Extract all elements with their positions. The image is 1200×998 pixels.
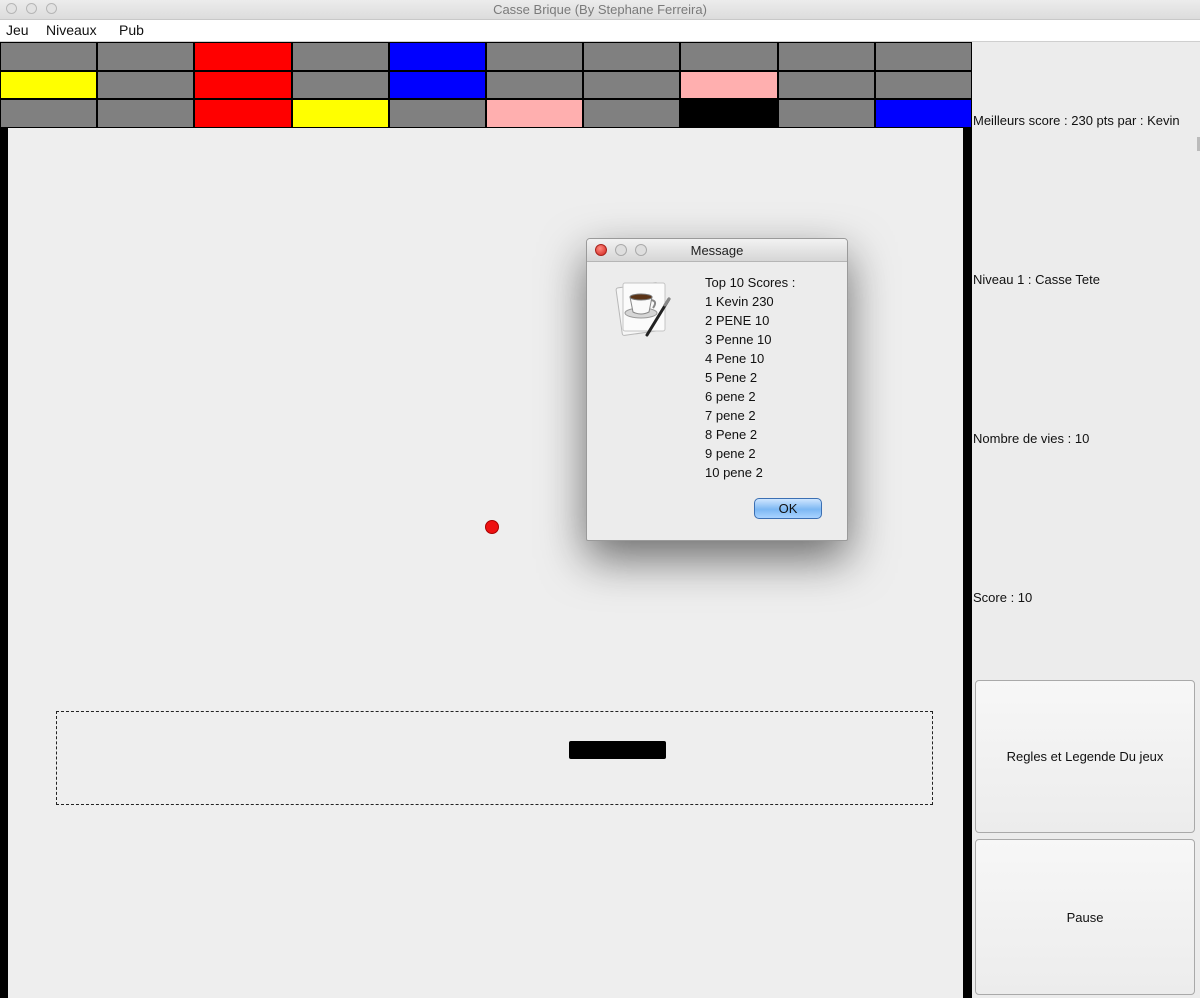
brick <box>486 99 584 128</box>
brick <box>583 99 681 128</box>
brick <box>874 99 972 128</box>
score-entry: 9 pene 2 <box>705 446 756 461</box>
window-titlebar: Casse Brique (By Stephane Ferreira) <box>0 0 1200 20</box>
menu-jeu[interactable]: Jeu <box>6 22 29 38</box>
brick <box>777 99 875 128</box>
left-wall <box>0 128 8 998</box>
brick <box>97 99 195 128</box>
message-dialog: Message Top 10 Scores : 1 Kevin 230 2 PE… <box>586 238 848 541</box>
brick <box>0 70 98 100</box>
brick <box>291 99 389 128</box>
dialog-titlebar: Message <box>587 239 847 262</box>
brick <box>777 42 875 71</box>
brick <box>777 70 875 100</box>
brick <box>583 42 681 71</box>
brick <box>583 70 681 100</box>
brick <box>680 99 778 128</box>
pause-button[interactable]: Pause <box>975 839 1195 995</box>
right-wall <box>963 128 972 998</box>
top-scores-list: Top 10 Scores : 1 Kevin 230 2 PENE 10 3 … <box>705 273 795 482</box>
score-entry: 7 pene 2 <box>705 408 756 423</box>
brick-wall <box>0 42 972 128</box>
ok-button[interactable]: OK <box>754 498 822 519</box>
brick <box>0 99 98 128</box>
top-scores-heading: Top 10 Scores : <box>705 275 796 290</box>
ball <box>485 520 499 534</box>
score-entry: 5 Pene 2 <box>705 370 758 385</box>
menu-pub[interactable]: Pub <box>119 22 144 38</box>
score-entry: 6 pene 2 <box>705 389 756 404</box>
brick <box>194 70 292 100</box>
brick <box>388 42 486 71</box>
brick <box>680 70 778 100</box>
brick <box>291 42 389 71</box>
window-title: Casse Brique (By Stephane Ferreira) <box>493 2 707 17</box>
brick <box>291 70 389 100</box>
rules-button[interactable]: Regles et Legende Du jeux <box>975 680 1195 833</box>
java-coffee-cup-icon <box>615 282 671 337</box>
brick <box>874 42 972 71</box>
score-label: Score : 10 <box>973 590 1033 605</box>
brick <box>194 42 292 71</box>
brick <box>680 42 778 71</box>
brick <box>97 42 195 71</box>
brick <box>388 99 486 128</box>
brick <box>97 70 195 100</box>
score-entry: 4 Pene 10 <box>705 351 765 366</box>
lives-label: Nombre de vies : 10 <box>973 431 1090 446</box>
score-entry: 2 PENE 10 <box>705 313 770 328</box>
menu-niveaux[interactable]: Niveaux <box>46 22 97 38</box>
brick <box>194 99 292 128</box>
brick <box>0 42 98 71</box>
dialog-title: Message <box>690 243 744 258</box>
best-score-label: Meilleurs score : 230 pts par : Kevin <box>973 113 1180 128</box>
menu-bar: Jeu Niveaux Pub <box>0 20 1200 42</box>
brick <box>874 70 972 100</box>
score-entry: 8 Pene 2 <box>705 427 758 442</box>
brick <box>486 70 584 100</box>
paddle[interactable] <box>569 741 666 759</box>
score-entry: 3 Penne 10 <box>705 332 772 347</box>
level-label: Niveau 1 : Casse Tete <box>973 272 1100 287</box>
score-entry: 10 pene 2 <box>705 465 763 480</box>
brick <box>486 42 584 71</box>
brick <box>388 70 486 100</box>
score-entry: 1 Kevin 230 <box>705 294 774 309</box>
paddle-zone <box>56 711 933 805</box>
